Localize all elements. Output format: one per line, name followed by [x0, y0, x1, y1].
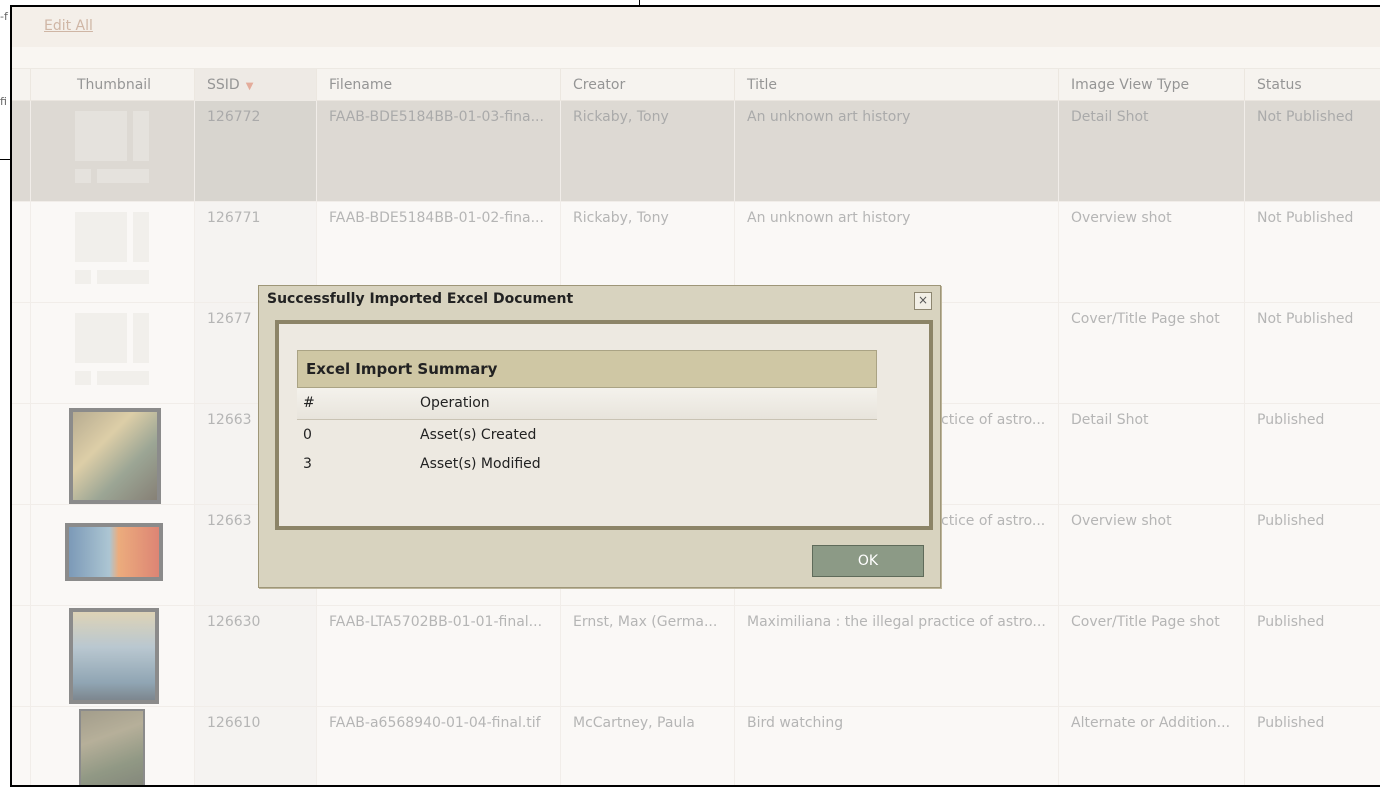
status-cell: Not Published: [1244, 303, 1380, 403]
col-header-image-view-type[interactable]: Image View Type: [1058, 69, 1244, 101]
view-type-cell: Detail Shot: [1058, 101, 1244, 201]
thumbnail-cell[interactable]: [30, 606, 194, 706]
toolbar-spacer: [12, 47, 1380, 69]
summary-count: 3: [303, 456, 312, 472]
table-row[interactable]: 126772 FAAB-BDE5184BB-01-03-fina... Rick…: [12, 101, 1380, 202]
thumbnail-cell[interactable]: [30, 303, 194, 403]
col-header-label: Thumbnail: [77, 77, 152, 93]
col-header-label: Image View Type: [1071, 77, 1190, 93]
asset-grid-window: Edit All Thumbnail SSID ▼ Filename Creato…: [10, 5, 1380, 787]
sort-desc-icon: ▼: [245, 81, 254, 92]
col-header-label: Filename: [329, 77, 393, 93]
filename-cell: FAAB-LTA5702BB-01-01-final...: [316, 606, 560, 706]
ok-button[interactable]: OK: [812, 545, 924, 577]
col-header-label: Title: [747, 77, 778, 93]
status-cell: Not Published: [1244, 202, 1380, 302]
view-type-cell: Alternate or Addition...: [1058, 707, 1244, 785]
filename-cell: FAAB-BDE5184BB-01-03-fina...: [316, 101, 560, 201]
title-cell: Bird watching: [734, 707, 1058, 785]
summary-column-headers: # Operation: [297, 388, 877, 420]
thumbnail-cell[interactable]: [30, 202, 194, 302]
title-cell: Maximiliana : the illegal practice of as…: [734, 606, 1058, 706]
edit-all-link[interactable]: Edit All: [44, 18, 93, 34]
image-placeholder-icon: [75, 313, 155, 393]
ssid-cell: 126772: [194, 101, 316, 201]
thumbnail-cell[interactable]: [30, 404, 194, 504]
grid-header: Thumbnail SSID ▼ Filename Creator Title I…: [12, 69, 1380, 101]
background-text: -f: [0, 10, 8, 23]
title-cell: An unknown art history: [734, 101, 1058, 201]
col-header-title[interactable]: Title: [734, 69, 1058, 101]
creator-cell: Ernst, Max (Germa...: [560, 606, 734, 706]
summary-operation: Asset(s) Created: [420, 427, 537, 443]
table-row[interactable]: 126610 FAAB-a6568940-01-04-final.tif McC…: [12, 707, 1380, 785]
close-icon[interactable]: ×: [914, 292, 932, 310]
ssid-cell: 126630: [194, 606, 316, 706]
table-row[interactable]: 126630 FAAB-LTA5702BB-01-01-final... Ern…: [12, 606, 1380, 707]
creator-cell: McCartney, Paula: [560, 707, 734, 785]
artwork-thumbnail-image: [69, 408, 161, 504]
background-text: fi: [0, 95, 7, 108]
view-type-cell: Cover/Title Page shot: [1058, 303, 1244, 403]
image-placeholder-icon: [75, 111, 155, 191]
thumbnail-cell[interactable]: [30, 101, 194, 201]
col-header-label: Status: [1257, 77, 1302, 93]
image-placeholder-icon: [75, 212, 155, 292]
col-header-ssid[interactable]: SSID ▼: [194, 69, 316, 101]
toolbar: Edit All: [12, 7, 1380, 47]
summary-title: Excel Import Summary: [297, 350, 877, 388]
status-cell: Published: [1244, 606, 1380, 706]
creator-cell: Rickaby, Tony: [560, 101, 734, 201]
import-success-dialog: Successfully Imported Excel Document × E…: [258, 285, 941, 588]
thumbnail-cell[interactable]: [30, 505, 194, 605]
summary-operation: Asset(s) Modified: [420, 456, 541, 472]
artwork-thumbnail-image: [79, 709, 145, 785]
artwork-thumbnail-image: [69, 608, 159, 704]
filename-cell: FAAB-a6568940-01-04-final.tif: [316, 707, 560, 785]
artwork-thumbnail-image: [65, 523, 163, 581]
status-cell: Published: [1244, 707, 1380, 785]
summary-col-count: #: [303, 395, 315, 411]
col-header-status[interactable]: Status: [1244, 69, 1380, 101]
col-header-creator[interactable]: Creator: [560, 69, 734, 101]
col-header-thumbnail[interactable]: Thumbnail: [30, 69, 194, 101]
status-cell: Published: [1244, 404, 1380, 504]
col-header-filename[interactable]: Filename: [316, 69, 560, 101]
status-cell: Published: [1244, 505, 1380, 605]
dialog-title: Successfully Imported Excel Document: [267, 291, 574, 307]
summary-count: 0: [303, 427, 312, 443]
summary-row: 0 Asset(s) Created: [297, 420, 877, 449]
col-header-label: SSID: [207, 77, 240, 93]
thumbnail-cell[interactable]: [30, 707, 194, 785]
import-summary-table: Excel Import Summary # Operation 0 Asset…: [297, 350, 877, 478]
view-type-cell: Overview shot: [1058, 505, 1244, 605]
summary-row: 3 Asset(s) Modified: [297, 449, 877, 478]
summary-col-operation: Operation: [420, 395, 490, 411]
dialog-body: Excel Import Summary # Operation 0 Asset…: [275, 320, 933, 530]
status-cell: Not Published: [1244, 101, 1380, 201]
view-type-cell: Cover/Title Page shot: [1058, 606, 1244, 706]
view-type-cell: Detail Shot: [1058, 404, 1244, 504]
ssid-cell: 126610: [194, 707, 316, 785]
col-header-label: Creator: [573, 77, 626, 93]
view-type-cell: Overview shot: [1058, 202, 1244, 302]
